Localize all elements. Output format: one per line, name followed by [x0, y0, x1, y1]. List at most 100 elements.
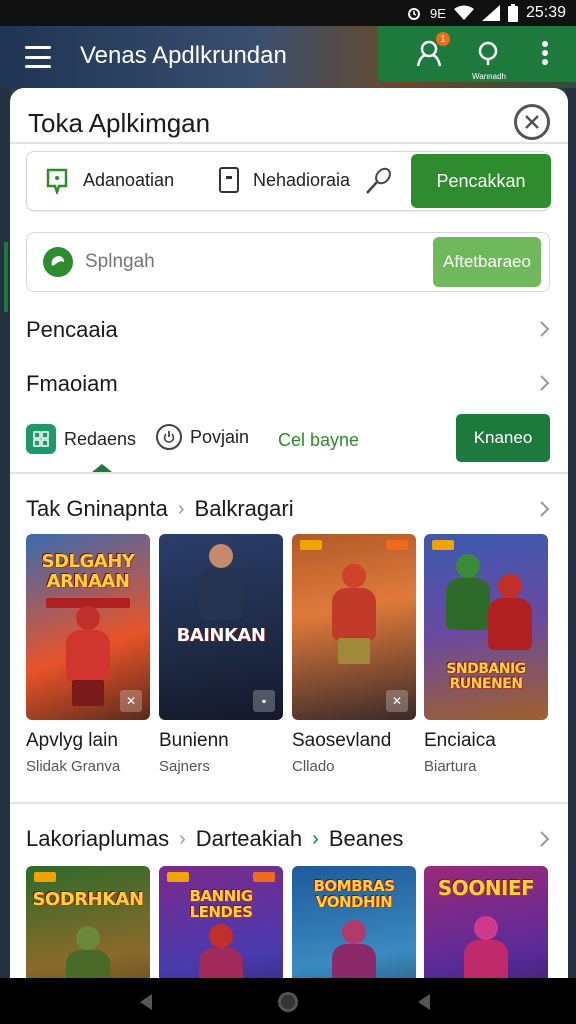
- microphone-icon: [366, 167, 391, 194]
- tab-primary-button[interactable]: Pencakkan: [411, 154, 551, 208]
- breadcrumb-separator: ›: [177, 497, 185, 520]
- chevron-right-icon: [540, 375, 550, 391]
- background-left-edge: [0, 88, 10, 978]
- cover-title: SDLGAHY ARNAAN: [41, 551, 135, 592]
- app-publisher: Sajners: [159, 758, 210, 775]
- back-icon[interactable]: [134, 990, 158, 1014]
- app-card[interactable]: BOMBRAS VONDHIN: [292, 866, 416, 978]
- hero-figure: [456, 916, 516, 978]
- cover-title: BANNIG LENDES: [189, 887, 253, 921]
- filter-link[interactable]: Cel bayne: [278, 430, 359, 451]
- breadcrumb-item: Beanes: [328, 826, 404, 851]
- divider: [10, 472, 568, 474]
- active-tab-indicator: [92, 464, 112, 472]
- breadcrumb-item: Lakoriaplumas: [26, 826, 170, 851]
- hero-figure: [191, 544, 251, 644]
- app-name: Apvlyg lain: [26, 730, 118, 751]
- app-bar: Venas Apdlkrundan 1 Wannadh: [0, 26, 576, 88]
- app-logo-icon: [43, 247, 73, 277]
- notifications-button[interactable]: 1: [412, 32, 450, 70]
- device-icon: [219, 167, 239, 193]
- signal-icon: [481, 5, 500, 21]
- app-card[interactable]: BAINKAN ▪ Bunienn Sajners: [159, 534, 283, 775]
- chevron-right-icon: [540, 831, 550, 847]
- tab-device-label: Nehadioraia: [253, 169, 351, 190]
- chevron-right-icon: [540, 321, 550, 337]
- hero-figure: [324, 920, 384, 978]
- location-pin-icon: [46, 168, 68, 194]
- chevron-right-icon: [540, 501, 550, 517]
- app-publisher: Slidak Granva: [26, 758, 121, 775]
- menu-item-1[interactable]: Fmaoiam: [26, 364, 550, 404]
- search-action-caption: Wannadh: [472, 72, 506, 81]
- app-name: Saosevland: [292, 730, 392, 751]
- microphone-button[interactable]: [363, 166, 393, 196]
- app-publisher: Cllado: [292, 758, 335, 775]
- breadcrumb-separator: ›: [179, 827, 186, 850]
- hamburger-menu-icon[interactable]: [22, 42, 54, 72]
- divider: [10, 802, 568, 804]
- breadcrumb-item: Balkragari: [194, 496, 294, 521]
- app-cover-image: BANNIG LENDES: [159, 866, 283, 978]
- search-action-button[interactable]: Wannadh: [472, 36, 506, 81]
- app-cover-image: BOMBRAS VONDHIN: [292, 866, 416, 978]
- tab-location-label: Adanoatian: [83, 169, 175, 190]
- close-icon: [525, 115, 539, 129]
- app-cover-image: SOONIEF: [424, 866, 548, 978]
- battery-icon: [507, 4, 518, 22]
- breadcrumb-item: Darteakiah: [195, 826, 303, 851]
- filter-row: Redaens Povjain Cel bayne Knaneo: [26, 414, 550, 462]
- tab-location[interactable]: Adanoatian: [43, 166, 174, 194]
- recents-icon[interactable]: [412, 990, 436, 1014]
- breadcrumb-separator: ›: [312, 827, 319, 850]
- app-card[interactable]: SNDBANIG RUNENEN Enciaica Biartura: [424, 534, 548, 775]
- share-icon[interactable]: ✕: [386, 690, 408, 712]
- app-cover-image: SNDBANIG RUNENEN: [424, 534, 548, 720]
- menu-item-0[interactable]: Pencaaia: [26, 310, 550, 350]
- app-card[interactable]: SDLGAHY ARNAAN ✕ Apvlyg lain Slidak Gran…: [26, 534, 150, 775]
- filter-chip-label: Povjain: [190, 426, 250, 447]
- app-card[interactable]: BANNIG LENDES: [159, 866, 283, 978]
- app-title: Venas Apdlkrundan: [80, 42, 287, 69]
- cover-title: BOMBRAS VONDHIN: [313, 877, 395, 911]
- app-name: Bunienn: [159, 730, 229, 751]
- hero-figure: [324, 564, 384, 664]
- more-options-icon[interactable]: [528, 36, 562, 70]
- hero-figure: [480, 574, 540, 674]
- home-icon[interactable]: [276, 990, 300, 1014]
- app-cover-image: BAINKAN ▪: [159, 534, 283, 720]
- power-icon: [156, 424, 182, 450]
- app-bar-actions: 1 Wannadh: [378, 26, 576, 82]
- share-icon[interactable]: ▪: [253, 690, 275, 712]
- hero-figure: [58, 926, 118, 978]
- section-header[interactable]: Lakoriaplumas › Darteakiah › Beanes: [26, 824, 550, 854]
- status-bar: 9E 25:39: [0, 0, 576, 26]
- wifi-icon: [453, 5, 474, 21]
- close-button[interactable]: [514, 104, 550, 140]
- menu-item-label: Fmaoiam: [26, 371, 118, 396]
- search-input[interactable]: [85, 247, 385, 277]
- cover-title: SOONIEF: [437, 876, 535, 900]
- app-cover-image: SDLGAHY ARNAAN ✕: [26, 534, 150, 720]
- app-card[interactable]: ✕ Saosevland Cllado: [292, 534, 416, 775]
- search-icon: [478, 41, 498, 65]
- share-icon[interactable]: ✕: [120, 690, 142, 712]
- hero-figure: [58, 606, 118, 706]
- tab-row: Adanoatian Nehadioraia Pencakkan: [26, 151, 551, 211]
- notification-badge: 1: [436, 32, 450, 46]
- tab-device[interactable]: Nehadioraia: [217, 166, 350, 194]
- search-submit-button[interactable]: Aftetbaraeo: [433, 237, 541, 287]
- app-cover-image: SODRHKAN: [26, 866, 150, 978]
- filter-chip-1[interactable]: Povjain: [156, 424, 249, 450]
- filter-apply-button[interactable]: Knaneo: [456, 414, 550, 462]
- app-card[interactable]: SOONIEF: [424, 866, 548, 978]
- divider: [10, 142, 568, 144]
- system-nav-bar: [0, 978, 576, 1024]
- search-bar: Aftetbaraeo: [26, 232, 550, 292]
- section-header[interactable]: Tak Gninapnta › Balkragari: [26, 494, 550, 524]
- alarm-icon: [406, 5, 422, 21]
- sheet-title: Toka Aplkimgan: [28, 108, 211, 138]
- breadcrumb-item: Tak Gninapnta: [26, 496, 168, 521]
- filter-chip-0[interactable]: Redaens: [26, 424, 136, 454]
- app-card[interactable]: SODRHKAN: [26, 866, 150, 978]
